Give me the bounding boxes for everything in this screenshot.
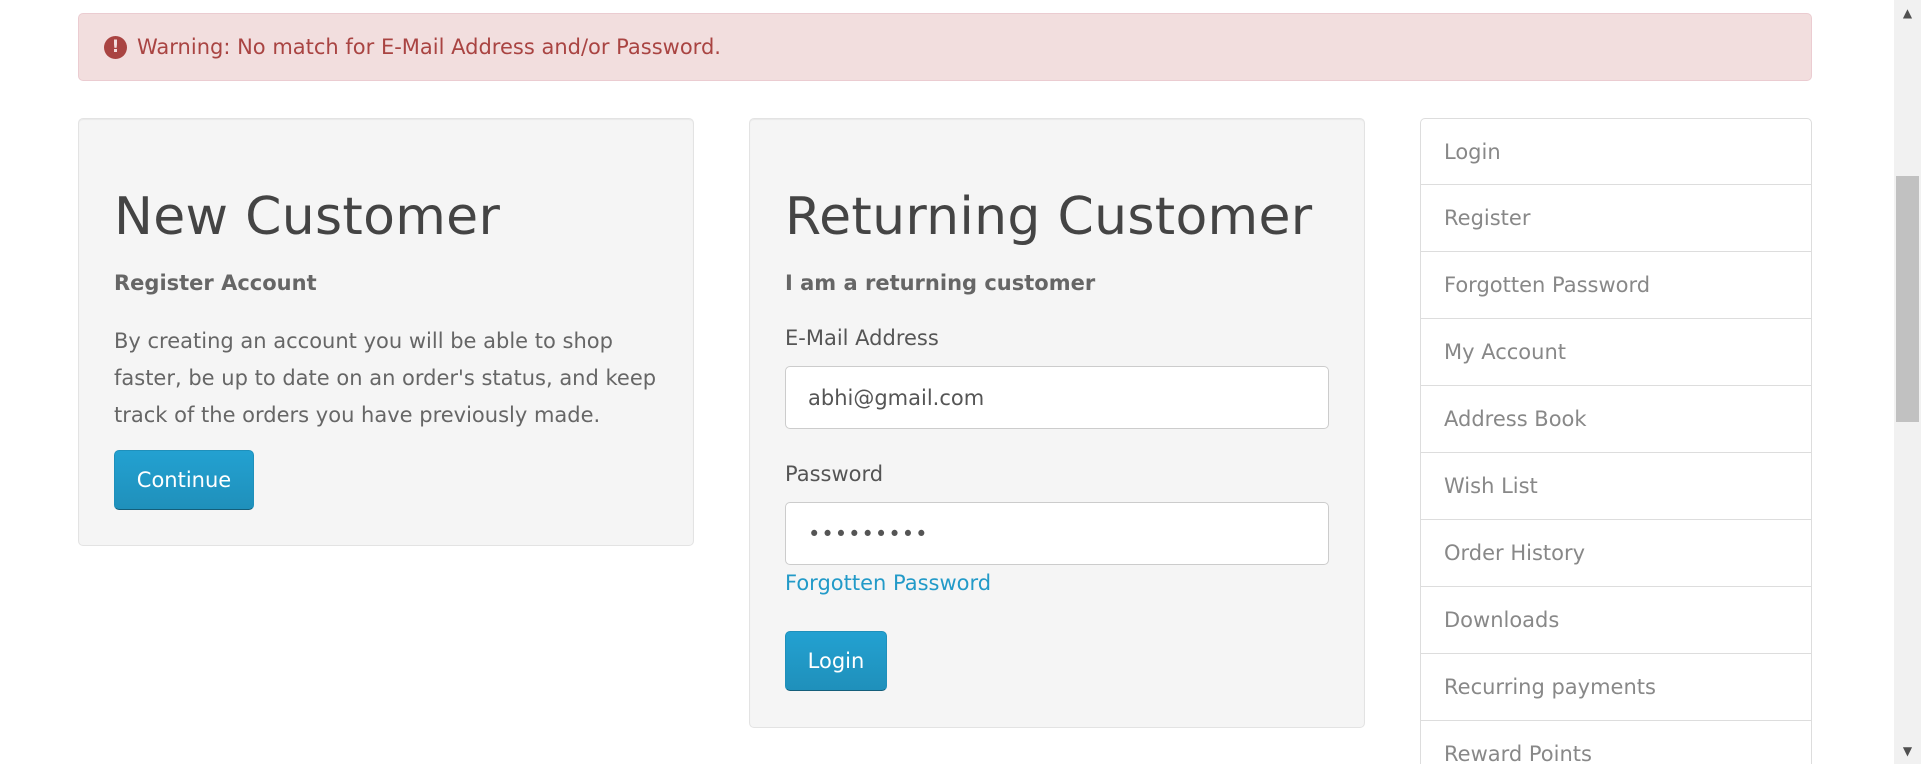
new-customer-description: By creating an account you will be able … [114,329,657,427]
continue-button[interactable]: Continue [114,450,254,510]
sidebar-item-register[interactable]: Register [1420,185,1812,252]
sidebar-item-forgotten-password[interactable]: Forgotten Password [1420,252,1812,319]
email-label: E-Mail Address [785,326,939,350]
account-sidebar: Login Register Forgotten Password My Acc… [1420,118,1812,764]
email-field[interactable] [785,366,1329,429]
returning-customer-panel: Returning Customer I am a returning cust… [749,118,1365,728]
sidebar-item-wish-list[interactable]: Wish List [1420,453,1812,520]
login-button[interactable]: Login [785,631,887,691]
scroll-up-arrow-icon[interactable]: ▲ [1894,2,1921,24]
new-customer-panel: New Customer Register Account By creatin… [78,118,694,546]
sidebar-item-address-book[interactable]: Address Book [1420,386,1812,453]
sidebar-item-login[interactable]: Login [1420,118,1812,185]
register-account-heading: Register Account [114,271,317,295]
returning-customer-heading: I am a returning customer [785,271,1096,295]
new-customer-title: New Customer [114,187,501,247]
sidebar-item-reward-points[interactable]: Reward Points [1420,721,1812,764]
exclamation-circle-icon: ! [104,35,127,59]
sidebar-item-order-history[interactable]: Order History [1420,520,1812,587]
returning-customer-title: Returning Customer [785,187,1313,247]
scroll-down-arrow-icon[interactable]: ▼ [1894,740,1921,762]
forgotten-password-link[interactable]: Forgotten Password [785,571,991,595]
password-label: Password [785,462,884,486]
vertical-scrollbar[interactable]: ▲ ▼ [1894,0,1921,764]
scrollbar-thumb[interactable] [1896,176,1919,422]
sidebar-item-downloads[interactable]: Downloads [1420,587,1812,654]
sidebar-item-recurring-payments[interactable]: Recurring payments [1420,654,1812,721]
sidebar-item-my-account[interactable]: My Account [1420,319,1812,386]
warning-alert-text: Warning: No match for E-Mail Address and… [137,35,721,59]
warning-alert: ! Warning: No match for E-Mail Address a… [78,13,1812,81]
login-page: ! Warning: No match for E-Mail Address a… [0,0,1921,764]
password-field[interactable] [785,502,1329,565]
